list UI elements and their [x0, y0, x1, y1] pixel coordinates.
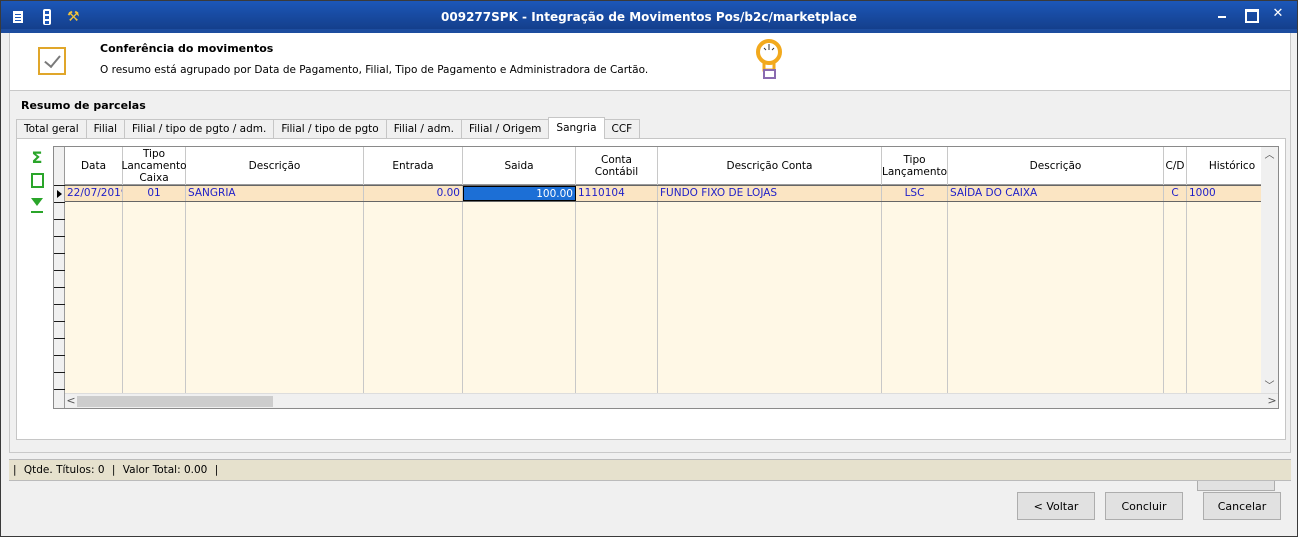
page-header: Conferência do movimentos O resumo está …: [9, 33, 1291, 91]
column-header-saida[interactable]: Saida: [463, 147, 576, 185]
page-subtitle: O resumo está agrupado por Data de Pagam…: [100, 64, 649, 76]
back-button[interactable]: < Voltar: [1017, 492, 1095, 520]
column-header-cd[interactable]: C/D: [1164, 147, 1187, 185]
scroll-up-icon[interactable]: ︿: [1261, 147, 1278, 164]
close-icon[interactable]: ✕: [1271, 7, 1285, 21]
tab-ccf[interactable]: CCF: [603, 119, 641, 139]
sum-icon[interactable]: Σ: [29, 149, 45, 167]
table-row[interactable]: 22/07/2019 01 SANGRIA 0.00 100.00 1110104 FUND…: [65, 185, 1278, 202]
cell-conta-contabil[interactable]: 1110104: [576, 186, 658, 201]
page-title: Conferência do movimentos: [100, 42, 274, 55]
column-header-tipo-lanc-caixa[interactable]: Tipo Lancamento Caixa: [121, 147, 187, 185]
row-separator: [54, 236, 65, 237]
column-header-data[interactable]: Data: [65, 147, 123, 185]
row-separator: [54, 389, 65, 390]
column-header-descricao-conta[interactable]: Descrição Conta: [658, 147, 882, 185]
row-separator: [54, 185, 65, 186]
grid-column: [948, 185, 1164, 397]
tab-filial-adm[interactable]: Filial / adm.: [385, 119, 462, 139]
grid-toolbar: Σ: [29, 149, 49, 215]
grid-body: [65, 185, 1278, 397]
cell-tipo-lanc-caixa[interactable]: 01: [123, 186, 186, 201]
export-icon[interactable]: [29, 171, 45, 189]
data-grid[interactable]: Data Tipo Lancamento Caixa Descrição Entrad…: [53, 146, 1279, 409]
window-controls: ✕: [1215, 7, 1285, 23]
window-title: 009277SPK - Integração de Movimentos Pos…: [441, 10, 857, 24]
cell-descricao[interactable]: SANGRIA: [186, 186, 364, 201]
grid-column: [463, 185, 576, 397]
cancel-button[interactable]: Cancelar: [1203, 492, 1281, 520]
row-indicator-column: [54, 147, 65, 408]
column-header-entrada[interactable]: Entrada: [364, 147, 463, 185]
status-valor-total: Valor Total: 0.00: [122, 464, 208, 476]
row-separator: [54, 270, 65, 271]
status-separator: |: [13, 464, 17, 476]
column-header-descricao[interactable]: Descrição: [186, 147, 364, 185]
grid-column: [576, 185, 658, 397]
tab-filial[interactable]: Filial: [85, 119, 126, 139]
vertical-scrollbar[interactable]: ︿ ﹀: [1261, 147, 1278, 395]
column-header-tipo-lancamento[interactable]: Tipo Lançamento: [882, 147, 948, 185]
tab-total-geral[interactable]: Total geral: [16, 119, 87, 139]
row-separator: [54, 219, 65, 220]
concluir-button[interactable]: Concluir: [1105, 492, 1183, 520]
move-down-icon[interactable]: [29, 193, 45, 211]
cell-data[interactable]: 22/07/2019: [65, 186, 123, 201]
row-separator: [54, 202, 65, 203]
scroll-thumb[interactable]: [77, 396, 273, 407]
column-header-descricao2[interactable]: Descrição: [948, 147, 1164, 185]
current-row-indicator-icon: [57, 190, 62, 198]
cell-tipo-lancamento[interactable]: LSC: [882, 186, 948, 201]
row-separator: [54, 321, 65, 322]
row-separator: [54, 287, 65, 288]
cell-descricao-conta[interactable]: FUNDO FIXO DE LOJAS: [658, 186, 882, 201]
cell-descricao2[interactable]: SAÍDA DO CAIXA: [948, 186, 1164, 201]
tab-strip: Total geral Filial Filial / tipo de pgto /…: [16, 117, 641, 139]
tab-filial-tipo-de-pgto[interactable]: Filial / tipo de pgto: [273, 119, 387, 139]
row-separator: [54, 253, 65, 254]
tab-filial-tipo-de-pgto-adm[interactable]: Filial / tipo de pgto / adm.: [124, 119, 275, 139]
grid-column: [658, 185, 882, 397]
grid-column: [1164, 185, 1187, 397]
row-separator: [54, 304, 65, 305]
grid-column: [882, 185, 948, 397]
scroll-left-icon[interactable]: <: [65, 394, 77, 408]
lightbulb-icon[interactable]: [754, 38, 784, 84]
cell-saida[interactable]: 100.00: [463, 186, 576, 201]
status-separator: |: [214, 464, 219, 476]
status-bar: | Qtde. Títulos: 0 | Valor Total: 0.00 |: [9, 459, 1291, 481]
grid-column: [123, 185, 186, 397]
grid-column: [186, 185, 364, 397]
maximize-icon[interactable]: [1243, 7, 1259, 23]
status-separator: |: [111, 464, 116, 476]
scroll-right-icon[interactable]: >: [1266, 394, 1278, 408]
checklist-icon: [38, 47, 66, 75]
section-label: Resumo de parcelas: [21, 99, 146, 112]
status-qtde-titulos: Qtde. Títulos: 0: [23, 464, 105, 476]
horizontal-scrollbar[interactable]: < >: [65, 393, 1278, 408]
grid-column: [364, 185, 463, 397]
tab-content-sangria: Σ Data Tipo Lancamento Caixa Descrição Entr…: [16, 138, 1286, 491]
main-panel: Resumo de parcelas Total geral Filial Fili…: [9, 91, 1291, 491]
grid-header: Data Tipo Lancamento Caixa Descrição Entrad…: [65, 147, 1278, 185]
tab-filial-origem[interactable]: Filial / Origem: [460, 119, 550, 139]
title-bar: ⚒ 009277SPK - Integração de Movimentos P…: [1, 1, 1297, 33]
minimize-icon[interactable]: [1215, 7, 1229, 21]
row-separator: [54, 372, 65, 373]
row-separator: [54, 338, 65, 339]
column-header-conta-contabil[interactable]: Conta Contábil: [576, 147, 658, 185]
grid-column: [65, 185, 123, 397]
cell-cd[interactable]: C: [1164, 186, 1187, 201]
app-window: ⚒ 009277SPK - Integração de Movimentos P…: [0, 0, 1298, 537]
cell-entrada[interactable]: 0.00: [364, 186, 463, 201]
row-separator: [54, 355, 65, 356]
tab-sangria[interactable]: Sangria: [548, 117, 605, 139]
